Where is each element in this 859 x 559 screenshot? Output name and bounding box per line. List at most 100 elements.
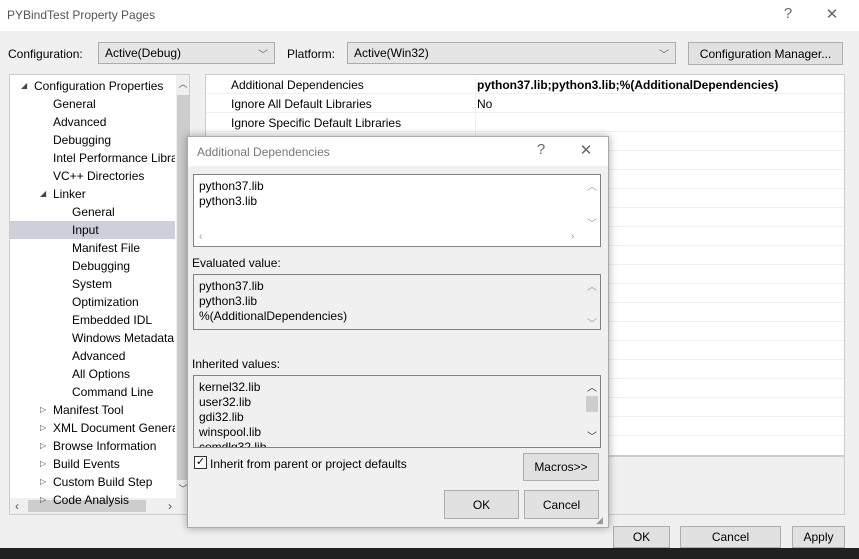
tree-item-label: Configuration Properties <box>34 79 164 93</box>
tree-item-label: XML Document Generator <box>53 421 175 435</box>
property-name: Additional Dependencies <box>231 78 364 92</box>
collapse-icon[interactable]: ◢ <box>21 77 27 95</box>
tree-item-label: Advanced <box>72 349 126 363</box>
configuration-label: Configuration: <box>8 47 83 61</box>
tree-item-label: Build Events <box>53 457 120 471</box>
tree-item[interactable]: Manifest File <box>10 239 175 257</box>
expand-icon[interactable]: ▷ <box>40 401 46 419</box>
tree-item[interactable]: General <box>10 203 175 221</box>
tree-item[interactable]: System <box>10 275 175 293</box>
tree-item[interactable]: Command Line <box>10 383 175 401</box>
tree-item[interactable]: Advanced <box>10 347 175 365</box>
ok-button[interactable]: OK <box>613 526 670 548</box>
tree-item[interactable]: ◢ Configuration Properties <box>10 77 175 95</box>
tree-item[interactable]: Embedded IDL <box>10 311 175 329</box>
tree-item-label: Debugging <box>72 259 131 273</box>
platform-dropdown[interactable]: Active(Win32) ﹀ <box>347 42 676 64</box>
close-button[interactable]: ✕ <box>820 5 844 25</box>
tree-item[interactable]: ▷ Manifest Tool <box>10 401 175 419</box>
resize-grip-icon[interactable]: ◢ <box>596 515 603 526</box>
expand-icon[interactable]: ▷ <box>40 491 46 509</box>
tree-item-label: Debugging <box>53 133 112 147</box>
property-row[interactable]: Ignore Specific Default Libraries <box>206 113 844 135</box>
tree-item[interactable]: Intel Performance Libraries <box>10 149 175 167</box>
tree-item-label: Browse Information <box>53 439 157 453</box>
scrollbar-thumb[interactable] <box>586 396 598 412</box>
tree-item[interactable]: Advanced <box>10 113 175 131</box>
inherited-vertical-scrollbar[interactable]: ︿ ﹀ <box>585 377 599 446</box>
dialog-ok-button[interactable]: OK <box>444 490 519 519</box>
list-line: python3.lib <box>199 294 258 308</box>
list-line: %(AdditionalDependencies) <box>199 309 348 323</box>
tree-item[interactable]: Debugging <box>10 257 175 275</box>
tree-item[interactable]: Windows Metadata <box>10 329 175 347</box>
property-name: Ignore All Default Libraries <box>231 97 372 111</box>
tree-item-label: Windows Metadata <box>72 331 175 345</box>
tree-item[interactable]: Debugging <box>10 131 175 149</box>
expand-icon[interactable]: ▷ <box>40 419 46 437</box>
tree-item-label: System <box>72 277 113 291</box>
list-line: winspool.lib <box>199 425 262 439</box>
list-line: kernel32.lib <box>199 380 261 394</box>
list-line: python3.lib <box>199 194 258 208</box>
platform-label: Platform: <box>287 47 336 61</box>
macros-button[interactable]: Macros>> <box>523 453 599 481</box>
taskbar <box>0 548 859 559</box>
dialog-cancel-button[interactable]: Cancel <box>524 490 599 519</box>
tree-item-label: Manifest File <box>72 241 141 255</box>
tree-item-label: Command Line <box>72 385 154 399</box>
tree-item[interactable]: Optimization <box>10 293 175 311</box>
help-button[interactable]: ? <box>776 5 800 25</box>
edit-horizontal-scrollbar[interactable]: ‹ › <box>195 231 585 245</box>
property-row[interactable]: Additional Dependencies python37.lib;pyth… <box>206 75 844 97</box>
tree-item-label: VC++ Directories <box>53 169 145 183</box>
dialog-title: Additional Dependencies <box>197 145 330 159</box>
chevron-down-icon: ﹀ <box>258 50 268 61</box>
inherited-values-label: Inherited values: <box>192 357 281 371</box>
dialog-help-button[interactable]: ? <box>529 141 553 161</box>
inherit-checkbox[interactable]: ✓ <box>194 456 207 469</box>
expand-icon[interactable]: ▷ <box>40 437 46 455</box>
dialog-title-bar: Additional Dependencies ? ✕ <box>188 137 608 166</box>
tree-item-label: Advanced <box>53 115 107 129</box>
window-title: PYBindTest Property Pages <box>7 8 156 22</box>
tree-item[interactable]: ▷ Browse Information <box>10 437 175 455</box>
tree-item[interactable]: General <box>10 95 175 113</box>
tree-item[interactable]: VC++ Directories <box>10 167 175 185</box>
evaluated-vertical-scrollbar[interactable]: ︿ ﹀ <box>585 276 599 330</box>
dependencies-edit-box[interactable]: python37.lib python3.lib ︿ ﹀ ‹ › <box>193 174 601 247</box>
tree-item-label: Embedded IDL <box>72 313 153 327</box>
list-line: comdlg32.lib <box>199 440 267 448</box>
collapse-icon[interactable]: ◢ <box>40 185 46 203</box>
cancel-button[interactable]: Cancel <box>680 526 781 548</box>
chevron-down-icon: ﹀ <box>659 50 669 61</box>
tree-item[interactable]: ▷ Code Analysis <box>10 491 175 509</box>
tree-item-label: Custom Build Step <box>53 475 153 489</box>
tree-item[interactable]: All Options <box>10 365 175 383</box>
property-tree: ︿ ﹀ ‹ › ◢ Configuration Properties General… <box>9 74 190 515</box>
tree-item-label: General <box>72 205 115 219</box>
tree-item-label: Input <box>72 223 99 237</box>
tree-item[interactable]: Input <box>10 221 175 239</box>
tree-item-label: All Options <box>72 367 131 381</box>
scroll-up-icon[interactable]: ︿ <box>176 77 189 90</box>
expand-icon[interactable]: ▷ <box>40 455 46 473</box>
tree-item[interactable]: ▷ Build Events <box>10 455 175 473</box>
tree-item[interactable]: ▷ Custom Build Step <box>10 473 175 491</box>
property-row[interactable]: Ignore All Default Libraries No <box>206 94 844 116</box>
configuration-manager-button[interactable]: Configuration Manager... <box>688 42 843 65</box>
edit-vertical-scrollbar[interactable]: ︿ ﹀ <box>585 176 599 231</box>
configuration-dropdown[interactable]: Active(Debug) ﹀ <box>98 42 275 64</box>
tree-item[interactable]: ▷ XML Document Generator <box>10 419 175 437</box>
tree-item[interactable]: ◢ Linker <box>10 185 175 203</box>
dialog-close-button[interactable]: ✕ <box>574 141 598 161</box>
tree-item-label: Optimization <box>72 295 139 309</box>
additional-dependencies-dialog: Additional Dependencies ? ✕ python37.lib… <box>187 136 609 528</box>
list-line: python37.lib <box>199 279 264 293</box>
tree-item-label: General <box>53 97 96 111</box>
expand-icon[interactable]: ▷ <box>40 473 46 491</box>
apply-button[interactable]: Apply <box>792 526 845 548</box>
list-line: user32.lib <box>199 395 252 409</box>
inherit-checkbox-label[interactable]: Inherit from parent or project defaults <box>210 457 407 471</box>
property-name: Ignore Specific Default Libraries <box>231 116 402 130</box>
